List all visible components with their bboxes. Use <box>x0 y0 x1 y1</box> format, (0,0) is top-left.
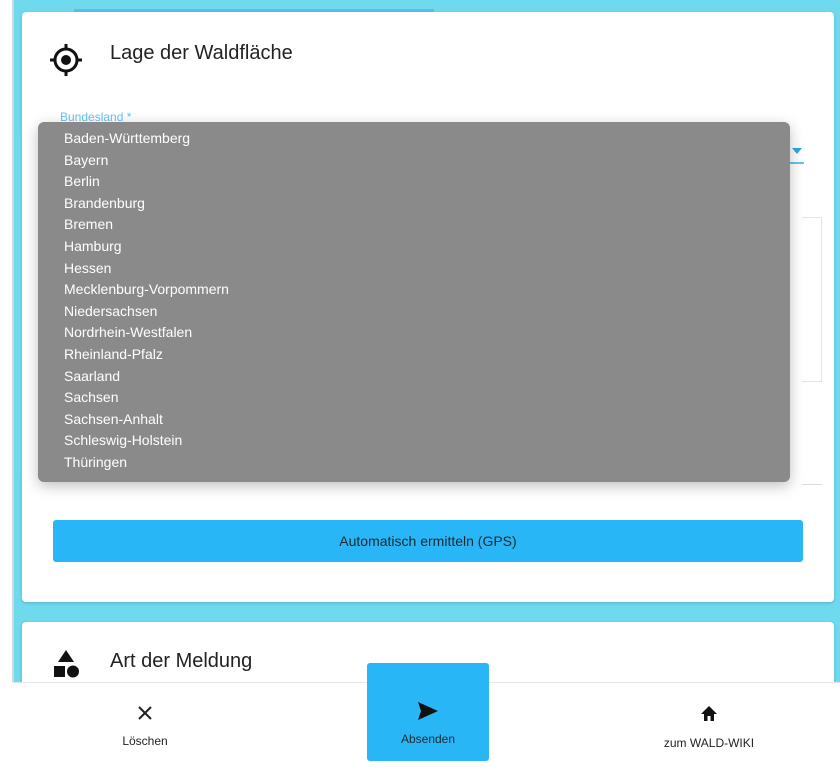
send-label: Absenden <box>400 731 456 746</box>
location-section-title: Lage der Waldfläche <box>110 42 293 64</box>
dropdown-option[interactable]: Sachsen <box>38 387 790 409</box>
gps-locate-button[interactable]: Automatisch ermitteln (GPS) <box>53 520 803 562</box>
dropdown-option[interactable]: Hessen <box>38 258 790 280</box>
hidden-field-underline <box>802 484 822 485</box>
dropdown-option[interactable]: Saarland <box>38 366 790 388</box>
state-dropdown-menu: Baden-Württemberg Bayern Berlin Brandenb… <box>38 122 790 482</box>
send-icon <box>367 701 489 724</box>
chevron-down-icon[interactable] <box>792 148 802 154</box>
dropdown-option[interactable]: Brandenburg <box>38 193 790 215</box>
delete-button[interactable]: Löschen <box>60 705 230 748</box>
dropdown-option[interactable]: Hamburg <box>38 236 790 258</box>
shapes-icon <box>48 646 84 687</box>
dropdown-option[interactable]: Bremen <box>38 214 790 236</box>
dropdown-option[interactable]: Sachsen-Anhalt <box>38 409 790 431</box>
dropdown-option[interactable]: Mecklenburg-Vorpommern <box>38 279 790 301</box>
send-button[interactable]: Absenden <box>367 663 489 761</box>
dropdown-option[interactable]: Rheinland-Pfalz <box>38 344 790 366</box>
report-type-section-title: Art der Meldung <box>110 650 253 672</box>
delete-label: Löschen <box>122 734 168 748</box>
dropdown-option[interactable]: Berlin <box>38 171 790 193</box>
close-icon <box>60 705 230 724</box>
dropdown-option[interactable]: Schleswig-Holstein <box>38 430 790 452</box>
home-icon <box>624 705 794 726</box>
hidden-field-edge <box>802 217 822 382</box>
dropdown-option[interactable]: Niedersachsen <box>38 301 790 323</box>
wiki-label: zum WALD-WIKI <box>663 736 755 750</box>
header-remnant <box>74 0 434 12</box>
wiki-button[interactable]: zum WALD-WIKI <box>624 705 794 750</box>
crosshair-location-icon <box>48 42 84 83</box>
dropdown-option[interactable]: Nordrhein-Westfalen <box>38 322 790 344</box>
dropdown-option[interactable]: Thüringen <box>38 452 790 474</box>
dropdown-option[interactable]: Bayern <box>38 150 790 172</box>
dropdown-option[interactable]: Baden-Württemberg <box>38 128 790 150</box>
